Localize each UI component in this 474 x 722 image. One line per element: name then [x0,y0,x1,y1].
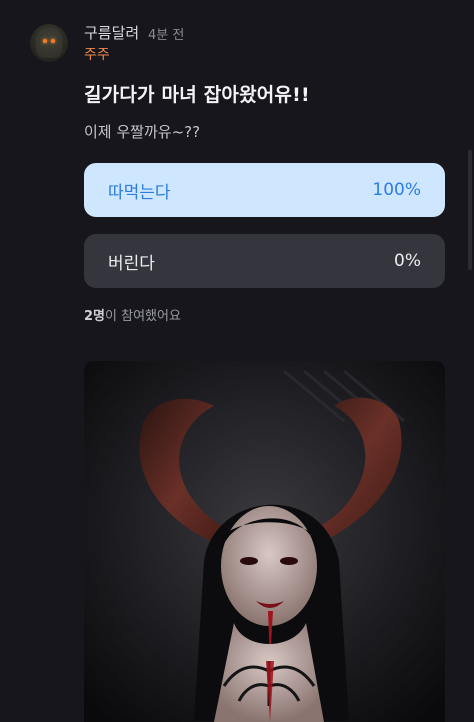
poll-option-eat[interactable]: 따먹는다 100% [84,163,445,217]
eye-icon [43,39,47,43]
poll-participants: 2명이 참여했어요 [84,305,181,324]
poll-option-percent: 100% [372,180,421,200]
post-card: 구름달려 4분 전 주주 길가다가 마녀 잡아왔어유!! 이제 우짤까유~?? … [0,0,474,722]
author-name[interactable]: 구름달려 [84,22,139,43]
poll-option-discard[interactable]: 버린다 0% [84,234,445,288]
post-time: 4분 전 [148,28,185,43]
participants-count: 2명 [84,309,106,324]
avatar[interactable] [30,24,68,62]
participants-suffix: 이 참여했어요 [105,309,181,324]
poll-option-percent: 0% [394,251,421,271]
post-tag[interactable]: 주주 [84,44,110,64]
witch-cosplay-photo [84,361,445,722]
hooded-figure-icon [36,28,62,58]
scrollbar[interactable] [468,150,472,270]
post-body: 이제 우짤까유~?? [84,123,201,141]
poll-option-label: 버린다 [108,253,155,274]
post-image[interactable] [84,361,445,722]
poll-option-label: 따먹는다 [108,182,171,203]
eye-icon [51,39,55,43]
post-title: 길가다가 마녀 잡아왔어유!! [84,84,310,106]
